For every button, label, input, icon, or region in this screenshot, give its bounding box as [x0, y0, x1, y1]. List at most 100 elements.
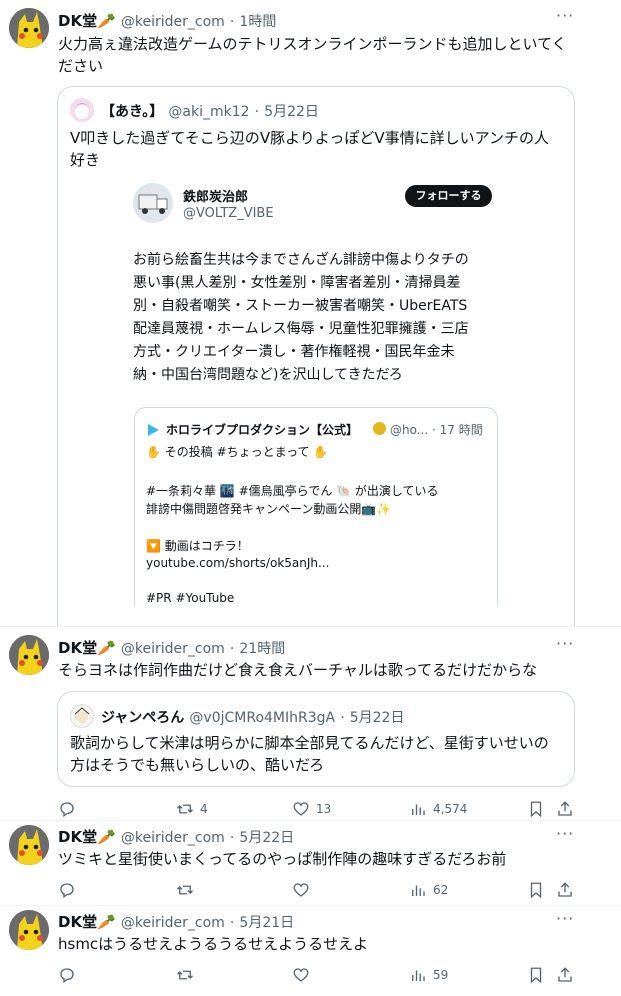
bookmark-icon [530, 801, 542, 818]
bookmark-icon [530, 882, 542, 899]
avatar[interactable] [9, 8, 49, 48]
quote-header: 【あき。】 @aki_mk12 · 5月22日 [101, 101, 319, 121]
retweet-icon [177, 970, 193, 980]
reply-icon [60, 802, 74, 818]
like-button[interactable]: 13 [292, 800, 331, 818]
views-button[interactable]: 59 [409, 966, 448, 984]
more-options-icon[interactable]: ··· [556, 636, 574, 656]
reply-button[interactable] [58, 881, 82, 899]
avatar[interactable] [9, 825, 49, 865]
views-button[interactable]: 4,574 [409, 800, 467, 818]
quoted-timestamp: 5月22日 [264, 104, 319, 120]
share-button[interactable] [556, 881, 574, 899]
truck-avatar-icon [133, 183, 173, 223]
user-handle[interactable]: @keirider_com [121, 641, 225, 657]
tweet-text-line: ださい [58, 57, 104, 75]
tweet-header: DK堂🥕 @keirider_com · 5月21日 [58, 911, 294, 932]
divider [0, 820, 621, 821]
share-icon [558, 967, 572, 982]
separator: · [229, 915, 235, 931]
quote-header: ジャンぺろん @v0jCMRo4MIhR3gA · 5月22日 [101, 707, 404, 727]
timestamp[interactable]: 1時間 [239, 14, 276, 30]
embedded-text-line: お前ら絵畜生共は今までさんざん誹謗中傷よりタチの [133, 252, 469, 268]
heart-icon [293, 968, 309, 982]
analytics-icon [412, 970, 425, 981]
embedded-text-line: 納・中国台湾問題など)を沢山してきただろ [133, 367, 403, 383]
timestamp[interactable]: 5月22日 [239, 830, 294, 846]
follow-button: フォローする [405, 185, 492, 207]
separator: · [229, 14, 235, 30]
quote-text-line: V叩きした過ぎてそこら辺のV豚よりよっぽどV事情に詳しいアンチの人 [70, 129, 549, 147]
tweet-header: DK堂🥕 @keirider_com · 1時間 [58, 10, 276, 31]
retweet-icon [177, 804, 193, 814]
retweet-button[interactable] [176, 966, 200, 984]
inner-text-line: 誹謗中傷問題啓発キャンペーン動画公開📺✨ [146, 502, 392, 516]
user-handle[interactable]: @keirider_com [121, 830, 225, 846]
inner-text-line: youtube.com/shorts/ok5anJh... [146, 556, 330, 570]
embedded-user-handle: @VOLTZ_VIBE [183, 206, 274, 221]
tweet-text-line: そらヨネは作詞作曲だけど食え食えバーチャルは歌ってるだけだからな [58, 661, 538, 679]
separator: · [340, 710, 345, 726]
retweet-count: 4 [200, 802, 208, 816]
bookmark-button[interactable] [527, 966, 545, 984]
quote-text-line: 方はそうでも無いらしいの、酷いだろ [70, 756, 325, 774]
avatar [133, 183, 173, 223]
display-name[interactable]: DK堂🥕 [58, 828, 116, 846]
quoted-display-name: 【あき。】 [101, 104, 164, 120]
share-icon [558, 801, 572, 816]
bookmark-button[interactable] [527, 881, 545, 899]
tweet-text-line: hsmcはうるせえようるうるせえようるせえよ [58, 935, 369, 953]
embedded-display-name: 鉄郎炭治郎 [183, 190, 249, 205]
display-name[interactable]: DK堂🥕 [58, 12, 116, 30]
display-name[interactable]: DK堂🥕 [58, 913, 116, 931]
avatar[interactable] [9, 635, 49, 675]
views-button[interactable]: 62 [409, 881, 448, 899]
display-name[interactable]: DK堂🥕 [58, 639, 116, 657]
avatar [70, 98, 94, 122]
pikachu-avatar-icon [9, 8, 49, 48]
like-button[interactable] [292, 966, 316, 984]
divider [0, 626, 621, 627]
user-handle[interactable]: @keirider_com [121, 915, 225, 931]
reply-button[interactable] [58, 966, 82, 984]
character-avatar-icon [74, 707, 90, 723]
inner-text-line: #PR #YouTube [146, 591, 235, 605]
avatar[interactable] [9, 910, 49, 950]
quoted-timestamp: 5月22日 [349, 710, 405, 726]
bookmark-icon [530, 967, 542, 984]
more-options-icon[interactable]: ··· [556, 826, 574, 846]
inner-display-name: ホロライブプロダクション【公式】 [166, 423, 359, 437]
share-button[interactable] [556, 966, 574, 984]
more-options-icon[interactable]: ··· [556, 911, 574, 931]
separator: · [254, 104, 260, 120]
timestamp[interactable]: 21時間 [239, 641, 285, 657]
views-count: 62 [433, 883, 449, 897]
separator: · [229, 641, 235, 657]
inner-text-line: #一条莉々華 🌃 #儒烏風亭らでん 🐚 が出演している [146, 484, 439, 498]
analytics-icon [412, 885, 425, 896]
tweet-header: DK堂🥕 @keirider_com · 5月22日 [58, 826, 294, 847]
share-icon [558, 882, 572, 897]
quoted-user-handle: @v0jCMRo4MIhR3gA [189, 710, 336, 726]
reply-icon [60, 883, 74, 899]
retweet-button[interactable]: 4 [176, 800, 208, 818]
anime-avatar-icon [70, 98, 94, 122]
embedded-text-line: 別・自殺者嘲笑・ストーカー被害者嘲笑・UberEATS [133, 298, 468, 314]
like-button[interactable] [292, 881, 316, 899]
reply-button[interactable] [58, 800, 82, 818]
verified-badge-icon [373, 422, 386, 435]
pikachu-avatar-icon [9, 825, 49, 865]
user-handle[interactable]: @keirider_com [121, 14, 225, 30]
quoted-user-handle: @aki_mk12 [168, 104, 250, 120]
timestamp[interactable]: 5月21日 [239, 915, 294, 931]
inner-handle-time: @ho... · 17 時間 [390, 423, 483, 437]
bookmark-button[interactable] [527, 800, 545, 818]
tweet-text-line: 火力高ぇ違法改造ゲームのテトリスオンラインポーランドも追加しといてく [58, 35, 567, 53]
reply-icon [60, 968, 74, 984]
more-options-icon[interactable]: ··· [556, 8, 574, 28]
embedded-text-line: 方式・クリエイター潰し・著作権軽視・国民年金未 [133, 344, 455, 360]
share-button[interactable] [556, 800, 574, 818]
analytics-icon [412, 804, 425, 815]
inner-text-line: 🔽 動画はコチラ！ [146, 539, 249, 553]
retweet-button[interactable] [176, 881, 200, 899]
